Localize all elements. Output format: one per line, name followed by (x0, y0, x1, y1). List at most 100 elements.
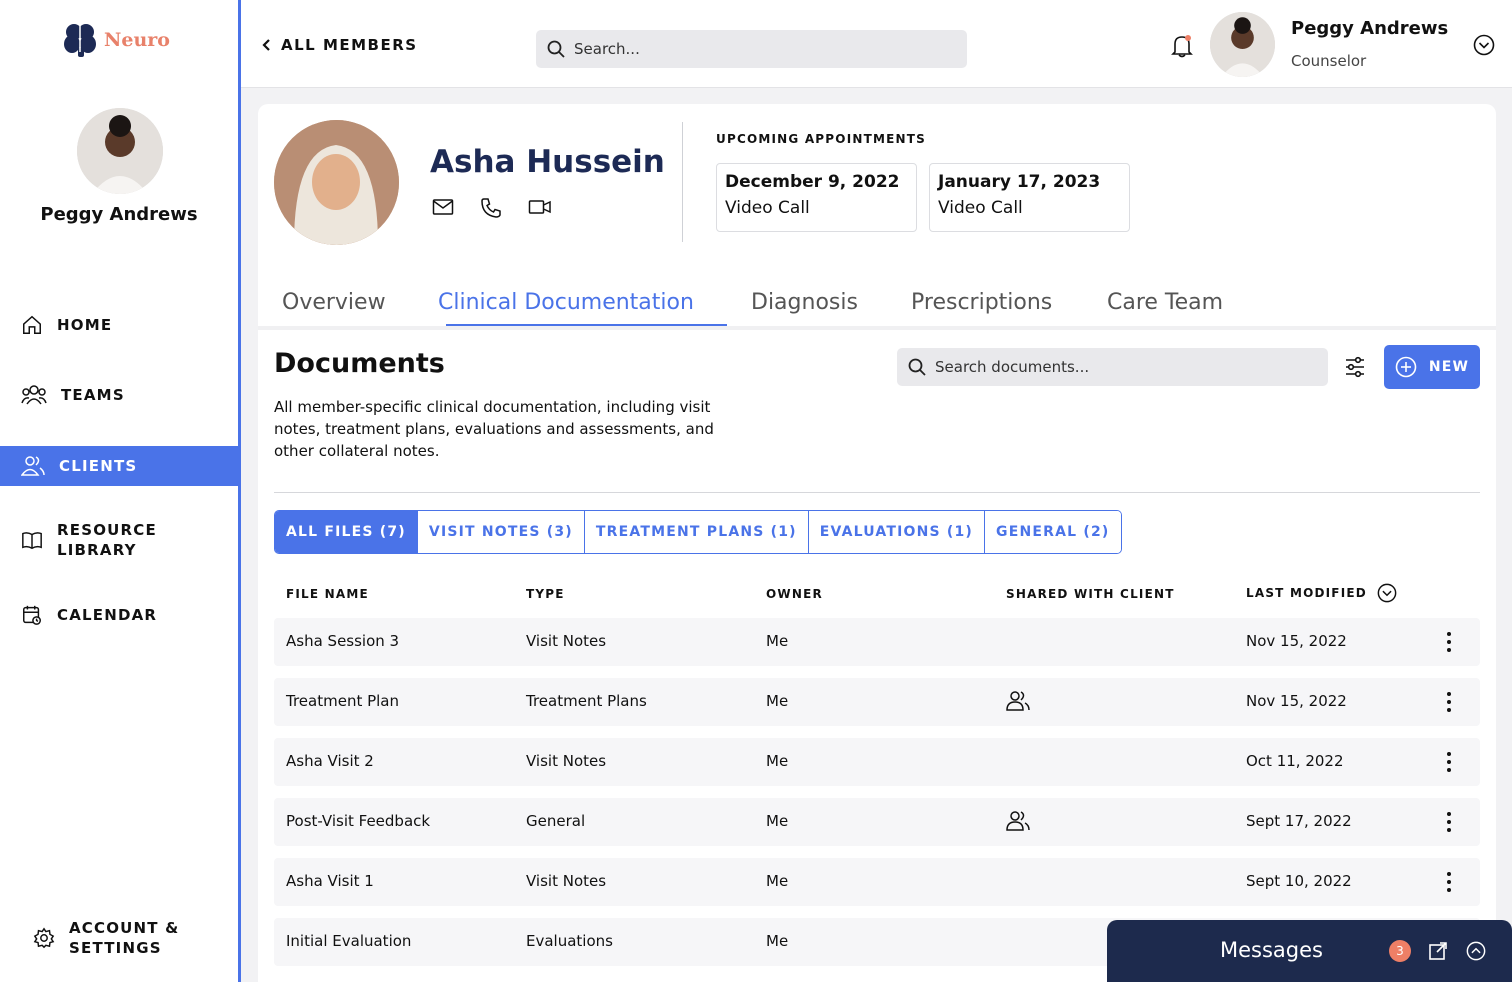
person-avatar-icon (77, 108, 163, 194)
last-modified: Sept 10, 2022 (1246, 872, 1352, 890)
appointment-type: Video Call (938, 198, 1023, 218)
clients-icon (21, 456, 45, 476)
row-actions-button[interactable] (1446, 751, 1452, 777)
expand-messages-button[interactable] (1428, 941, 1448, 965)
file-name[interactable]: Initial Evaluation (286, 932, 411, 950)
brain-logo-icon (64, 24, 96, 57)
messages-panel[interactable]: Messages 3 (1107, 920, 1512, 982)
phone-icon[interactable] (480, 197, 502, 219)
file-type: Visit Notes (526, 872, 607, 890)
file-name[interactable]: Post-Visit Feedback (286, 812, 430, 830)
search-input[interactable] (574, 40, 932, 58)
documents-search[interactable] (897, 348, 1328, 386)
appointments-title: UPCOMING APPOINTMENTS (716, 132, 927, 146)
more-options-icon (1447, 692, 1451, 712)
new-document-button[interactable]: NEW (1384, 345, 1480, 389)
logo[interactable]: Neuro (64, 22, 170, 58)
more-options-icon (1447, 632, 1451, 652)
user-avatar[interactable] (1210, 12, 1275, 77)
sidebar-item-label: CALENDAR (57, 606, 158, 624)
last-modified: Nov 15, 2022 (1246, 692, 1347, 710)
sliders-icon (1346, 356, 1364, 378)
row-actions-button[interactable] (1446, 691, 1452, 717)
row-actions-button[interactable] (1446, 871, 1452, 897)
shared-with-client-indicator (1005, 810, 1031, 836)
column-header-last-modified[interactable]: LAST MODIFIED (1246, 583, 1397, 603)
sidebar-item-label: CLIENTS (59, 457, 138, 475)
global-search[interactable] (536, 30, 967, 68)
sidebar-item-resource-library[interactable]: RESOURCE LIBRARY (0, 518, 238, 562)
label-line-1: RESOURCE (57, 521, 157, 539)
chevron-down-circle-icon[interactable] (1377, 583, 1397, 603)
tab-care-team[interactable]: Care Team (1107, 290, 1223, 315)
sidebar-item-clients[interactable]: CLIENTS (0, 446, 238, 486)
label-line-2: LIBRARY (57, 541, 137, 559)
client-tabs: Overview Clinical Documentation Diagnosi… (274, 284, 1480, 328)
shared-people-icon (1006, 691, 1030, 711)
file-name[interactable]: Asha Session 3 (286, 632, 399, 650)
documents-title: Documents (274, 348, 445, 379)
filter-all-files[interactable]: ALL FILES (7) (275, 511, 418, 553)
table-row[interactable]: Asha Visit 1 Visit Notes Me Sept 10, 2022 (274, 858, 1480, 906)
notifications-button[interactable] (1171, 34, 1193, 62)
bell-icon (1171, 35, 1193, 58)
file-name[interactable]: Asha Visit 2 (286, 752, 374, 770)
video-call-icon[interactable] (528, 197, 552, 217)
documents-description: All member-specific clinical documentati… (274, 398, 714, 460)
sidebar-avatar[interactable] (77, 108, 163, 194)
table-row[interactable]: Post-Visit Feedback General Me Sept 17, 202… (274, 798, 1480, 846)
table-row[interactable]: Asha Session 3 Visit Notes Me Nov 15, 2022 (274, 618, 1480, 666)
appointment-type: Video Call (725, 198, 810, 218)
sidebar-item-teams[interactable]: TEAMS (0, 375, 238, 415)
row-actions-button[interactable] (1446, 811, 1452, 837)
filter-general[interactable]: GENERAL (2) (985, 511, 1121, 553)
calendar-icon (23, 605, 41, 625)
home-icon (23, 315, 41, 334)
file-name[interactable]: Asha Visit 1 (286, 872, 374, 890)
column-header-shared[interactable]: SHARED WITH CLIENT (1006, 587, 1175, 601)
sidebar-item-home[interactable]: HOME (0, 305, 238, 345)
gear-icon (33, 927, 55, 949)
tab-overview[interactable]: Overview (282, 290, 386, 315)
column-header-owner[interactable]: OWNER (766, 587, 823, 601)
user-menu-toggle[interactable] (1473, 34, 1495, 60)
filter-evaluations[interactable]: EVALUATIONS (1) (808, 511, 986, 553)
tab-diagnosis[interactable]: Diagnosis (751, 290, 858, 315)
table-row[interactable]: Treatment Plan Treatment Plans Me Nov 15, 2… (274, 678, 1480, 726)
filter-button[interactable] (1344, 355, 1366, 383)
file-type: Visit Notes (526, 752, 607, 770)
sidebar-item-calendar[interactable]: CALENDAR (0, 595, 238, 635)
sidebar-item-account-settings[interactable]: ACCOUNT & SETTINGS (0, 916, 238, 960)
filter-visit-notes[interactable]: VISIT NOTES (3) (417, 511, 585, 553)
appointment-card[interactable]: January 17, 2023 Video Call (929, 163, 1130, 232)
messages-title: Messages (1220, 938, 1323, 962)
back-to-all-members[interactable]: ALL MEMBERS (261, 36, 418, 54)
column-header-file-name[interactable]: FILE NAME (286, 587, 369, 601)
chevron-left-icon (262, 39, 270, 51)
filter-treatment-plans[interactable]: TREATMENT PLANS (1) (584, 511, 809, 553)
sidebar-item-label: HOME (57, 316, 113, 334)
row-actions-button[interactable] (1446, 631, 1452, 657)
file-name[interactable]: Treatment Plan (286, 692, 399, 710)
client-panel: Asha Hussein UPCOMING APPOINTMENTS Decem… (258, 104, 1496, 982)
file-owner: Me (766, 692, 789, 710)
column-header-label: LAST MODIFIED (1246, 586, 1367, 600)
column-header-type[interactable]: TYPE (526, 587, 565, 601)
topbar: ALL MEMBERS Peggy Andrews Counselor (241, 0, 1512, 88)
email-icon[interactable] (432, 197, 454, 217)
tab-prescriptions[interactable]: Prescriptions (911, 290, 1052, 315)
documents-search-input[interactable] (935, 358, 1293, 376)
book-icon (22, 532, 42, 550)
last-modified: Sept 17, 2022 (1246, 812, 1352, 830)
open-external-icon (1429, 942, 1447, 960)
client-avatar (274, 120, 399, 245)
file-owner: Me (766, 752, 789, 770)
tab-clinical-documentation[interactable]: Clinical Documentation (438, 290, 694, 315)
appointment-card[interactable]: December 9, 2022 Video Call (716, 163, 917, 232)
header-divider (682, 122, 683, 242)
collapse-messages-button[interactable] (1466, 941, 1486, 965)
plus-circle-icon (1395, 356, 1417, 378)
table-row[interactable]: Asha Visit 2 Visit Notes Me Oct 11, 2022 (274, 738, 1480, 786)
chevron-up-circle-icon (1466, 941, 1486, 961)
file-owner: Me (766, 632, 789, 650)
